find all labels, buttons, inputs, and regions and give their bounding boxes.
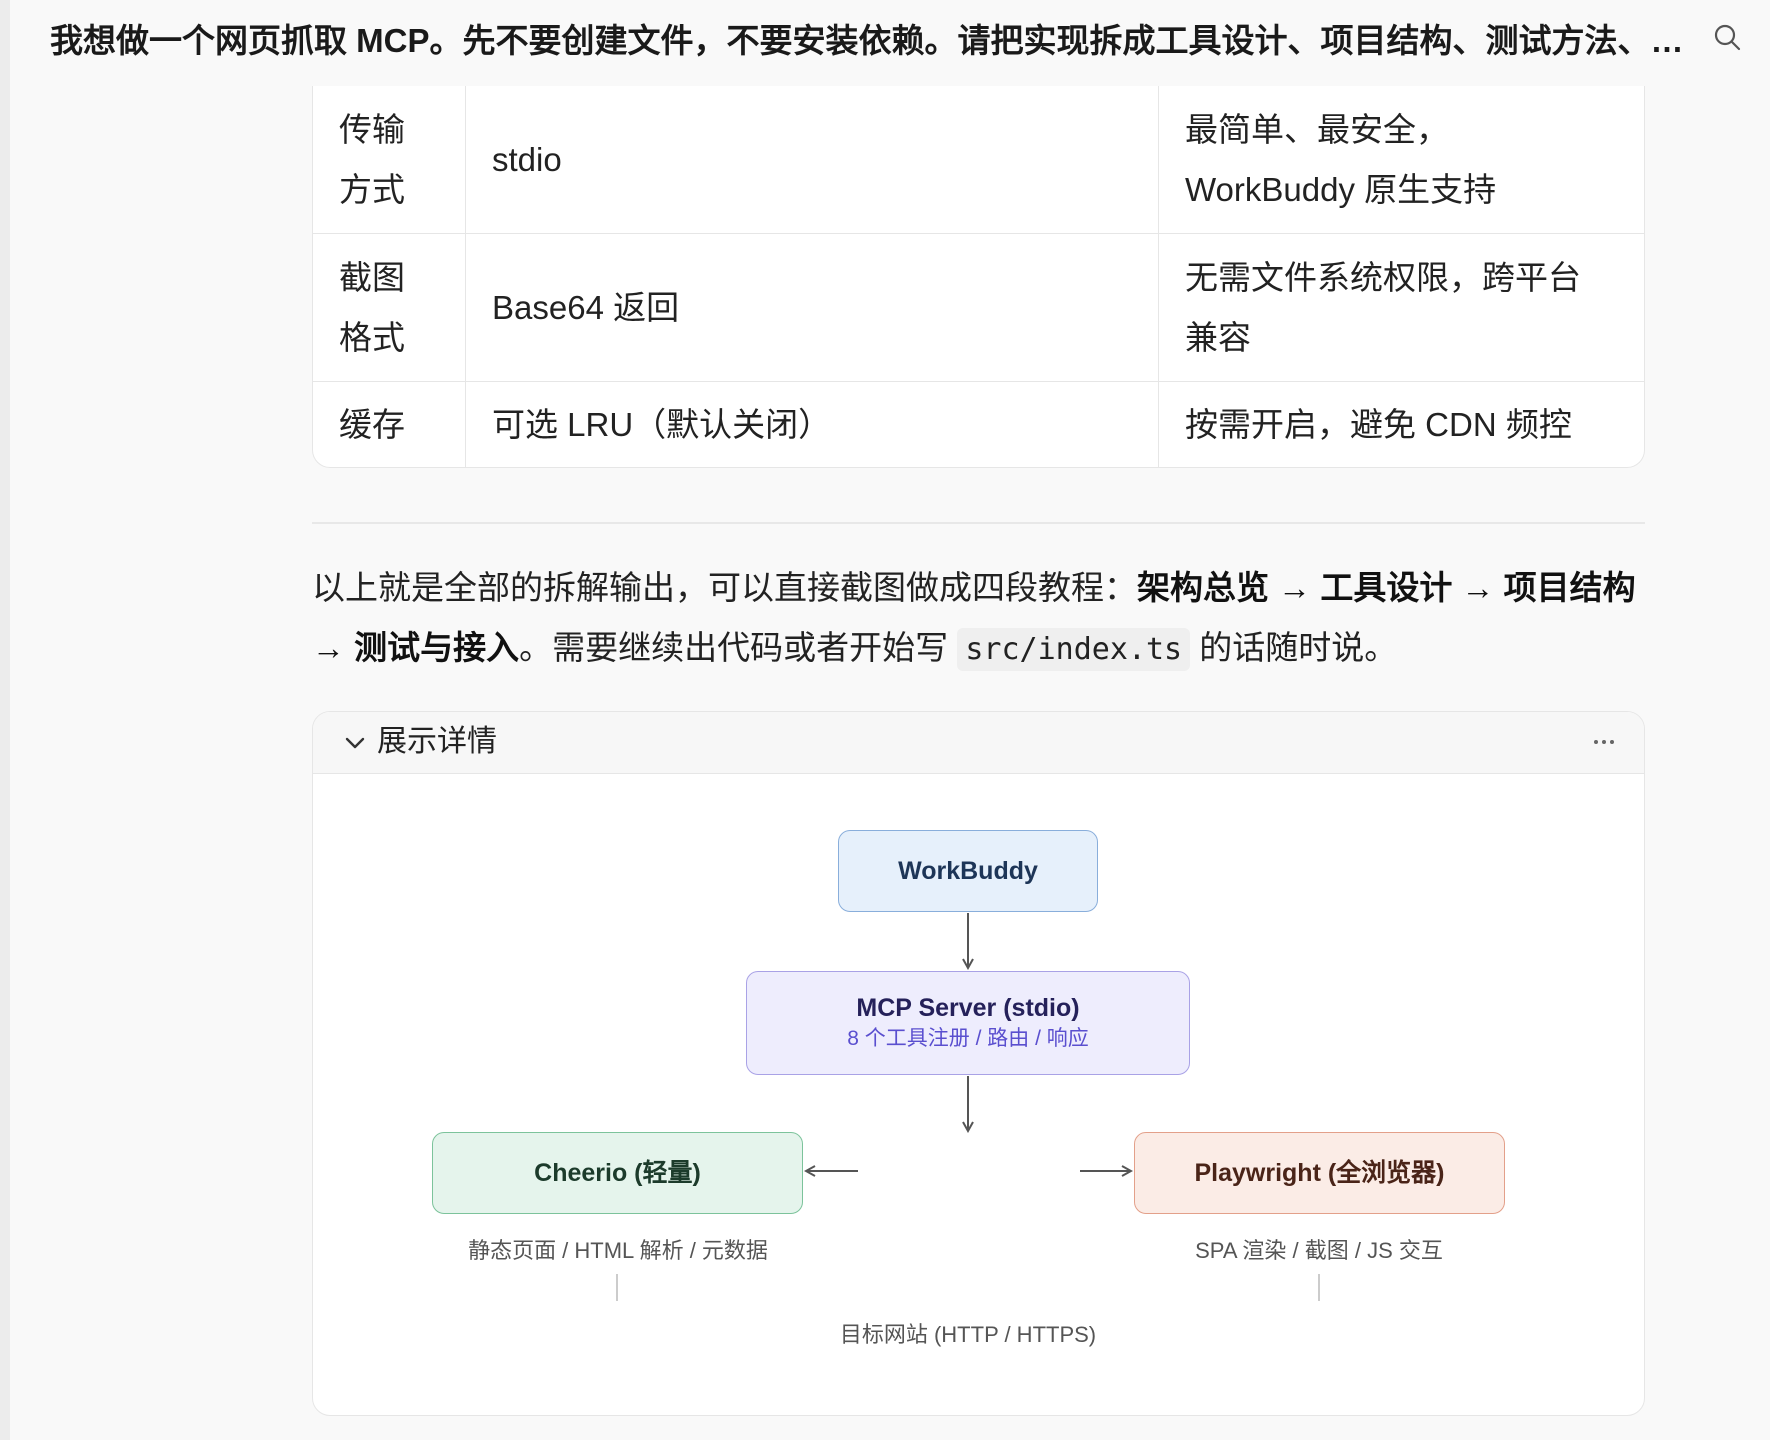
table-cell-key: 截图 格式 — [313, 233, 466, 382]
details-toggle[interactable]: 展示详情 — [313, 712, 1644, 774]
table-cell-value: 可选 LRU（默认关闭） — [465, 381, 1159, 467]
app-window: 我想做一个网页抓取 MCP。先不要创建文件，不要安装依赖。请把实现拆成工具设计、… — [0, 0, 1770, 1440]
summary-text: 。需要继续出代码或者开始写 — [519, 629, 958, 666]
table-cell-key: 传输 方式 — [313, 86, 466, 234]
caption-cheerio: 静态页面 / HTML 解析 / 元数据 — [468, 1238, 768, 1263]
summary-text: 以上就是全部的拆解输出，可以直接截图做成四段教程： — [312, 569, 1137, 606]
details-panel: 展示详情 WorkBuddy MCP Server (stdio) 8 个工具注册… — [312, 711, 1645, 1416]
node-playwright: Playwright (全浏览器) — [1134, 1132, 1505, 1214]
table-row: 传输 方式 stdio 最简单、最安全， WorkBuddy 原生支持 — [313, 86, 1644, 234]
summary-text: 的话随时说。 — [1190, 629, 1398, 666]
summary-paragraph: 以上就是全部的拆解输出，可以直接截图做成四段教程：架构总览 → 工具设计 → 项… — [312, 558, 1652, 680]
left-rail — [0, 0, 10, 1440]
section-divider — [312, 522, 1645, 524]
inline-code: src/index.ts — [957, 628, 1191, 671]
more-horizontal-icon[interactable] — [1586, 724, 1622, 760]
table-cell-reason: 无需文件系统权限，跨平台 兼容 — [1158, 233, 1644, 382]
conversation-title: 我想做一个网页抓取 MCP。先不要创建文件，不要安装依赖。请把实现拆成工具设计、… — [50, 22, 1684, 59]
table-cell-key: 缓存 — [313, 381, 466, 467]
table-cell-reason: 按需开启，避免 CDN 频控 — [1185, 406, 1572, 443]
table-row: 缓存 可选 LRU（默认关闭） 按需开启，避免 CDN 频控 — [313, 381, 1644, 467]
check-icon — [345, 737, 365, 749]
details-label: 展示详情 — [377, 725, 497, 758]
decision-table: 传输 方式 stdio 最简单、最安全， WorkBuddy 原生支持 截图 格式 B… — [312, 86, 1645, 468]
top-bar: 我想做一个网页抓取 MCP。先不要创建文件，不要安装依赖。请把实现拆成工具设计、… — [10, 0, 1770, 86]
node-cheerio: Cheerio (轻量) — [432, 1132, 803, 1214]
table-cell-reason: 最简单、最安全， WorkBuddy 原生支持 — [1158, 86, 1644, 234]
node-workbuddy: WorkBuddy — [838, 830, 1098, 912]
caption-playwright: SPA 渲染 / 截图 / JS 交互 — [1195, 1238, 1443, 1263]
table-cell-value: Base64 返回 — [465, 233, 1159, 382]
search-icon[interactable] — [1710, 20, 1746, 56]
table-row: 截图 格式 Base64 返回 无需文件系统权限，跨平台 兼容 — [313, 233, 1644, 382]
table-cell-value: stdio — [465, 86, 1159, 234]
node-mcp-server: MCP Server (stdio) 8 个工具注册 / 路由 / 响应 — [746, 971, 1190, 1075]
caption-target-site: 目标网站 (HTTP / HTTPS) — [839, 1322, 1097, 1347]
